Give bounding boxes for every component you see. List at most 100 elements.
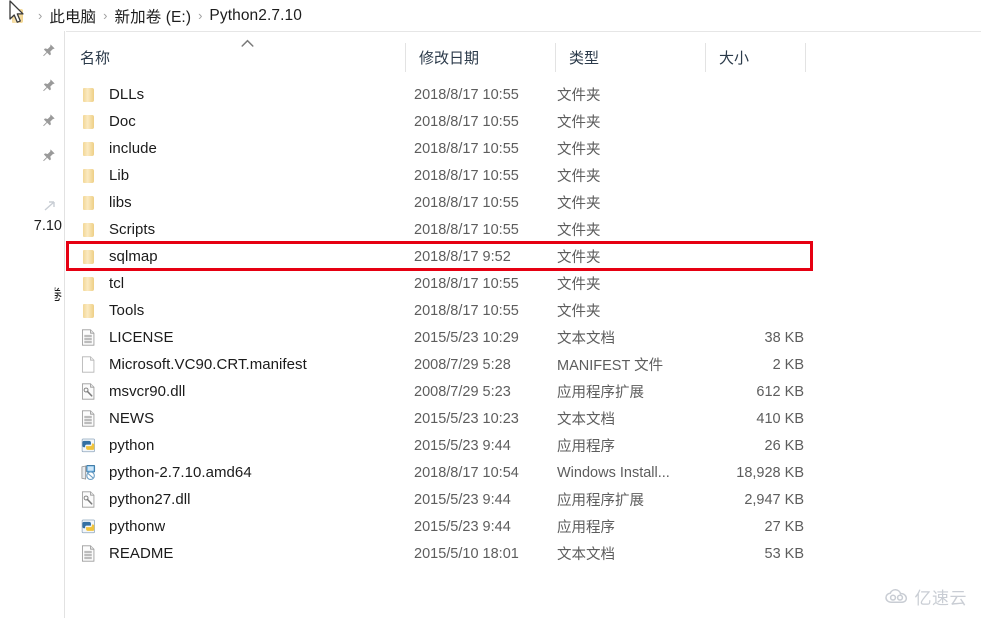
file-name-cell[interactable]: Microsoft.VC90.CRT.manifest — [80, 355, 307, 374]
file-name-cell[interactable]: python — [80, 436, 154, 455]
folder-icon — [80, 220, 97, 239]
file-name-cell[interactable]: README — [80, 544, 173, 563]
breadcrumb-item-this-pc[interactable]: 此电脑 — [49, 5, 96, 27]
quick-access-pin-2[interactable] — [41, 78, 56, 93]
file-name-cell[interactable]: Scripts — [80, 220, 155, 239]
nav-item-label-clipped-python[interactable]: 7.10 — [34, 218, 62, 234]
folder-icon — [80, 193, 97, 212]
file-name-label: Microsoft.VC90.CRT.manifest — [109, 356, 307, 373]
file-row[interactable]: Lib 2018/8/17 10:55 文件夹 — [66, 162, 981, 189]
file-name-label: LICENSE — [109, 329, 174, 346]
quick-access-pin-4[interactable] — [41, 148, 56, 163]
file-name-label: sqlmap — [109, 248, 158, 265]
file-name-cell[interactable]: tcl — [80, 274, 124, 293]
text-document-icon — [80, 409, 97, 428]
file-row[interactable]: README 2015/5/10 18:01 文本文档 53 KB — [66, 540, 981, 567]
file-row[interactable]: Tools 2018/8/17 10:55 文件夹 — [66, 297, 981, 324]
file-name-cell[interactable]: sqlmap — [80, 247, 158, 266]
file-row[interactable]: tcl 2018/8/17 10:55 文件夹 — [66, 270, 981, 297]
column-divider-2[interactable] — [555, 43, 556, 72]
file-row[interactable]: pythonw 2015/5/23 9:44 应用程序 27 KB — [66, 513, 981, 540]
file-name-cell[interactable]: DLLs — [80, 85, 144, 104]
file-row[interactable]: NEWS 2015/5/23 10:23 文本文档 410 KB — [66, 405, 981, 432]
file-name-cell[interactable]: pythonw — [80, 517, 165, 536]
file-name-label: Scripts — [109, 221, 156, 238]
file-type-cell: 文本文档 — [557, 331, 615, 347]
file-name-label: Tools — [109, 302, 145, 319]
arrow-up-right-icon — [44, 201, 55, 211]
file-row[interactable]: python-2.7.10.amd64 2018/8/17 10:54 Window… — [66, 459, 981, 486]
file-type-cell: 应用程序 — [557, 520, 615, 536]
column-divider-4[interactable] — [805, 43, 806, 72]
breadcrumb-item-drive-e[interactable]: 新加卷 (E:) — [115, 5, 192, 27]
column-header-name[interactable]: 名称 — [66, 32, 405, 82]
file-name-label: python — [109, 437, 155, 454]
file-name-cell[interactable]: msvcr90.dll — [80, 382, 185, 401]
file-size-cell: 410 KB — [756, 410, 804, 427]
column-header-row: 名称 修改日期 类型 大小 — [66, 31, 981, 81]
file-type-cell: 文件夹 — [557, 250, 601, 266]
folder-icon — [80, 166, 97, 185]
file-row[interactable]: DLLs 2018/8/17 10:55 文件夹 — [66, 81, 981, 108]
file-date-cell: 2015/5/23 10:29 — [414, 329, 519, 346]
column-header-type[interactable]: 类型 — [555, 32, 705, 82]
file-type-cell: 文本文档 — [557, 412, 615, 428]
file-name-cell[interactable]: NEWS — [80, 409, 154, 428]
file-row[interactable]: LICENSE 2015/5/23 10:29 文本文档 38 KB — [66, 324, 981, 351]
column-header-date-modified[interactable]: 修改日期 — [405, 32, 555, 82]
column-header-date-label: 修改日期 — [419, 49, 480, 67]
file-date-cell: 2015/5/10 18:01 — [414, 545, 519, 562]
file-row[interactable]: sqlmap 2018/8/17 9:52 文件夹 — [66, 243, 981, 270]
folder-icon — [80, 112, 97, 131]
file-row[interactable]: msvcr90.dll 2008/7/29 5:23 应用程序扩展 612 KB — [66, 378, 981, 405]
navigation-pane[interactable]: 7.10 卷 — [0, 31, 65, 618]
file-date-cell: 2015/5/23 9:44 — [414, 437, 511, 454]
file-list[interactable]: DLLs 2018/8/17 10:55 文件夹 Doc 2018/8/17 10:55… — [66, 81, 981, 567]
file-name-cell[interactable]: Lib — [80, 166, 129, 185]
column-header-size-label: 大小 — [719, 49, 750, 67]
text-document-icon — [80, 328, 97, 347]
file-row[interactable]: python27.dll 2015/5/23 9:44 应用程序扩展 2,947 KB — [66, 486, 981, 513]
dll-file-icon — [80, 490, 97, 509]
file-name-cell[interactable]: Doc — [80, 112, 136, 131]
python-app-icon — [80, 436, 97, 455]
folder-icon — [80, 139, 97, 158]
windows-installer-icon — [80, 463, 97, 482]
quick-access-pin-1[interactable] — [41, 43, 56, 58]
file-name-label: DLLs — [109, 86, 145, 103]
file-row[interactable]: python 2015/5/23 9:44 应用程序 26 KB — [66, 432, 981, 459]
file-name-label: README — [109, 545, 174, 562]
file-name-label: Doc — [109, 113, 136, 130]
file-row[interactable]: Scripts 2018/8/17 10:55 文件夹 — [66, 216, 981, 243]
file-name-cell[interactable]: libs — [80, 193, 132, 212]
nav-item-label-clipped-volume[interactable]: 卷 — [55, 284, 62, 305]
quick-access-pin-3[interactable] — [41, 113, 56, 128]
file-row[interactable]: Doc 2018/8/17 10:55 文件夹 — [66, 108, 981, 135]
file-list-pane[interactable]: 名称 修改日期 类型 大小 DLLs 2018/8/17 10:55 文件夹 Doc 2… — [66, 31, 981, 618]
watermark-text: 亿速云 — [914, 589, 967, 608]
file-name-cell[interactable]: LICENSE — [80, 328, 174, 347]
column-header-name-label: 名称 — [80, 49, 111, 67]
folder-icon — [80, 247, 97, 266]
file-name-cell[interactable]: python-2.7.10.amd64 — [80, 463, 252, 482]
column-header-size[interactable]: 大小 — [705, 32, 805, 82]
file-row[interactable]: Microsoft.VC90.CRT.manifest 2008/7/29 5:2… — [66, 351, 981, 378]
file-name-label: msvcr90.dll — [109, 383, 186, 400]
file-row[interactable]: libs 2018/8/17 10:55 文件夹 — [66, 189, 981, 216]
file-date-cell: 2018/8/17 9:52 — [414, 248, 511, 265]
file-row[interactable]: include 2018/8/17 10:55 文件夹 — [66, 135, 981, 162]
file-name-cell[interactable]: python27.dll — [80, 490, 191, 509]
column-divider-1[interactable] — [405, 43, 406, 72]
file-type-cell: 应用程序扩展 — [557, 385, 644, 401]
file-name-cell[interactable]: include — [80, 139, 157, 158]
blank-file-icon — [80, 355, 97, 374]
file-name-cell[interactable]: Tools — [80, 301, 144, 320]
file-name-label: pythonw — [109, 518, 166, 535]
file-date-cell: 2018/8/17 10:55 — [414, 113, 519, 130]
breadcrumb-item-python[interactable]: Python2.7.10 — [209, 7, 302, 25]
file-size-cell: 53 KB — [764, 545, 805, 562]
breadcrumb[interactable]: › 此电脑 › 新加卷 (E:) › Python2.7.10 — [0, 0, 981, 31]
file-date-cell: 2008/7/29 5:23 — [414, 383, 511, 400]
column-divider-3[interactable] — [705, 43, 706, 72]
file-name-label: python-2.7.10.amd64 — [109, 464, 252, 481]
